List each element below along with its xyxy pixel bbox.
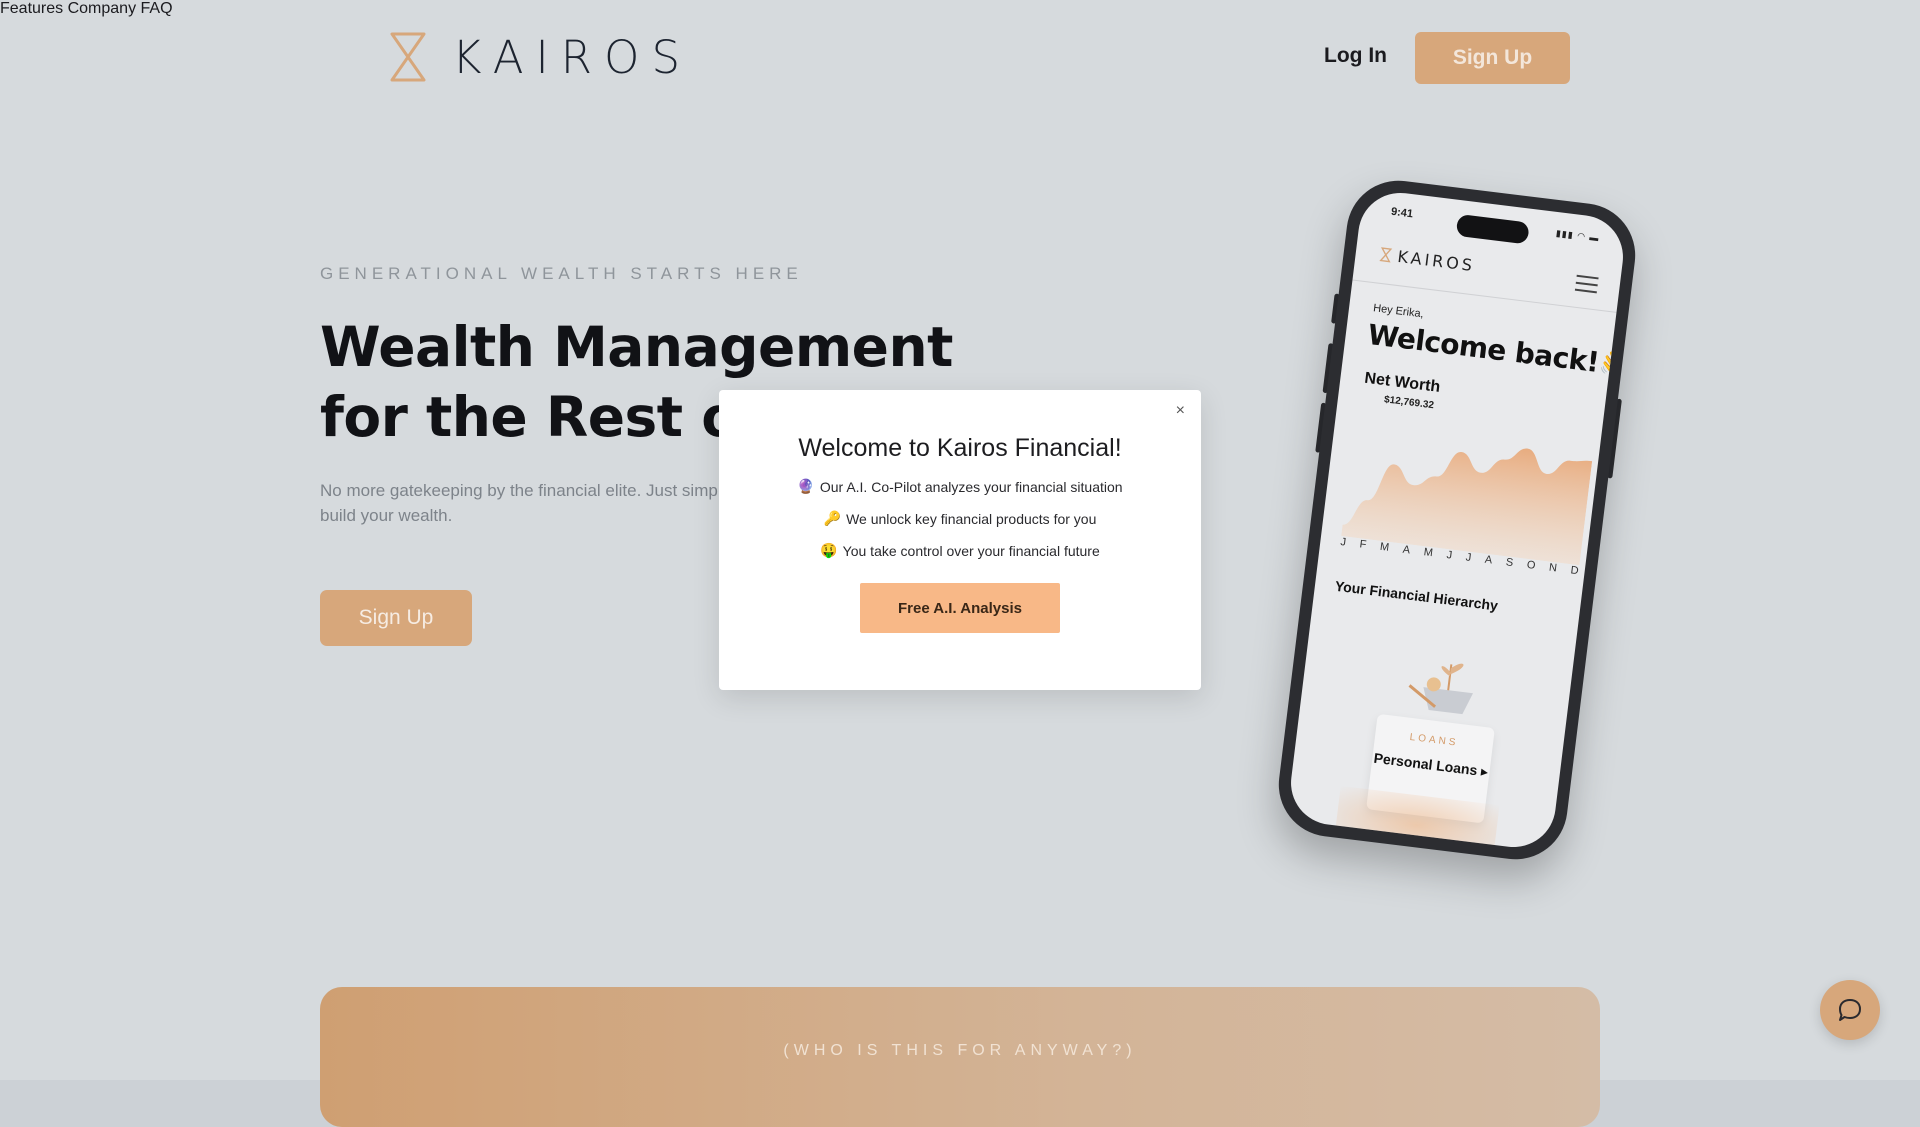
header: KAIROS Features Company FAQ Log In Sign … bbox=[0, 0, 1920, 116]
app-logo: KAIROS bbox=[1379, 245, 1476, 276]
kairos-logo-icon bbox=[1379, 247, 1393, 263]
key-icon: 🔑 bbox=[824, 511, 841, 527]
month-tick-label: M bbox=[1379, 541, 1390, 554]
plant-illustration-icon bbox=[1400, 645, 1498, 725]
modal-feature-text: You take control over your financial fut… bbox=[843, 543, 1100, 559]
modal-feature-line: 🔑 We unlock key financial products for y… bbox=[719, 511, 1201, 527]
nav-faq[interactable]: FAQ bbox=[141, 0, 173, 17]
modal-title: Welcome to Kairos Financial! bbox=[719, 434, 1201, 463]
greeting: Hey Erika, bbox=[1372, 302, 1424, 320]
month-tick-label: A bbox=[1484, 554, 1493, 567]
welcome-heading: Welcome back!👋 bbox=[1366, 318, 1628, 383]
hero-signup-button[interactable]: Sign Up bbox=[320, 590, 472, 646]
month-tick-label: N bbox=[1548, 562, 1557, 575]
section-eyebrow: (WHO IS THIS FOR ANYWAY?) bbox=[320, 1042, 1600, 1060]
modal-feature-text: We unlock key financial products for you bbox=[846, 511, 1096, 527]
hero-title-line1: Wealth Management bbox=[320, 312, 1020, 382]
modal-feature-line: 🔮 Our A.I. Co-Pilot analyzes your financ… bbox=[719, 479, 1201, 495]
kairos-logo-icon bbox=[386, 30, 430, 84]
month-tick-label: D bbox=[1570, 564, 1579, 577]
crystal-ball-icon: 🔮 bbox=[797, 479, 814, 495]
month-tick-label: O bbox=[1526, 559, 1536, 572]
month-tick-label: A bbox=[1402, 544, 1411, 557]
month-tick-label: J bbox=[1465, 551, 1472, 564]
money-face-icon: 🤑 bbox=[820, 543, 837, 559]
hero-eyebrow: GENERATIONAL WEALTH STARTS HERE bbox=[320, 264, 803, 284]
month-tick-label: J bbox=[1446, 549, 1453, 562]
header-signup-button[interactable]: Sign Up bbox=[1415, 32, 1570, 84]
brand-name: KAIROS bbox=[452, 31, 692, 84]
close-icon[interactable]: × bbox=[1176, 402, 1185, 420]
nav-company[interactable]: Company bbox=[68, 0, 136, 17]
month-tick-label: S bbox=[1505, 556, 1514, 569]
welcome-modal: × Welcome to Kairos Financial! 🔮 Our A.I… bbox=[719, 390, 1201, 690]
net-worth-label: Net Worth bbox=[1363, 370, 1441, 397]
free-analysis-button[interactable]: Free A.I. Analysis bbox=[860, 583, 1060, 633]
status-time: 9:41 bbox=[1390, 206, 1413, 221]
month-tick-label: M bbox=[1423, 546, 1434, 559]
menu-icon[interactable] bbox=[1574, 275, 1598, 299]
modal-feature-line: 🤑 You take control over your financial f… bbox=[719, 543, 1201, 559]
chat-launcher-button[interactable] bbox=[1820, 980, 1880, 1040]
login-link[interactable]: Log In bbox=[1324, 44, 1387, 68]
nav-features[interactable]: Features bbox=[0, 0, 63, 17]
phone-notch bbox=[1456, 214, 1530, 245]
chat-bubble-icon bbox=[1836, 996, 1864, 1024]
status-icons: ▮▮▮ ◠ ▬ bbox=[1555, 228, 1600, 244]
who-is-this-for-section: (WHO IS THIS FOR ANYWAY?) bbox=[320, 987, 1600, 1127]
month-tick-label: J bbox=[1340, 536, 1347, 549]
logo[interactable]: KAIROS bbox=[386, 30, 692, 84]
month-tick-label: F bbox=[1359, 538, 1367, 551]
loans-title: Personal Loans ▸ bbox=[1371, 749, 1490, 781]
modal-feature-text: Our A.I. Co-Pilot analyzes your financia… bbox=[820, 479, 1123, 495]
loans-eyebrow: LOANS bbox=[1375, 728, 1493, 753]
net-worth-value: $12,769.32 bbox=[1383, 394, 1434, 411]
financial-hierarchy-title: Your Financial Hierarchy bbox=[1334, 578, 1499, 614]
app-brand-name: KAIROS bbox=[1397, 247, 1476, 275]
